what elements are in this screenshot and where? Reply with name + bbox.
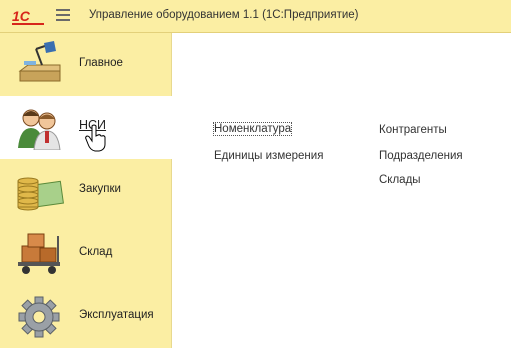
- app-title: Управление оборудованием 1.1 (1С:Предпри…: [89, 9, 359, 21]
- section-ekspluatatsiya[interactable]: Эксплуатация: [0, 285, 172, 348]
- section-label: Склад: [79, 246, 113, 258]
- desk-lamp-icon: [18, 41, 61, 82]
- people-icon: [18, 109, 61, 150]
- sections-panel: Главное НСИ Закупки: [0, 33, 173, 348]
- gear-icon: [18, 296, 60, 338]
- link-podrazdeleniya[interactable]: Подразделения: [379, 150, 463, 162]
- section-label: Закупки: [79, 183, 121, 195]
- section-glavnoe[interactable]: Главное: [0, 33, 172, 96]
- svg-text:1С: 1С: [12, 8, 31, 24]
- section-label: Эксплуатация: [79, 309, 154, 321]
- main-menu-icon[interactable]: [56, 9, 70, 23]
- link-nomenklatura[interactable]: Номенклатура: [212, 122, 293, 136]
- content-area: Номенклатура Единицы измерения Контраген…: [173, 33, 511, 348]
- boxes-cart-icon: [18, 233, 60, 274]
- link-kontragenty[interactable]: Контрагенты: [379, 124, 447, 136]
- link-edinitsy-izmereniya[interactable]: Единицы измерения: [214, 150, 323, 162]
- section-label: Главное: [79, 57, 123, 69]
- link-sklady[interactable]: Склады: [379, 174, 421, 186]
- hand-pointer-icon: [85, 124, 106, 152]
- title-bar: 1С Управление оборудованием 1.1 (1С:Пред…: [0, 0, 511, 33]
- section-sklad[interactable]: Склад: [0, 222, 172, 285]
- section-zakupki[interactable]: Закупки: [0, 159, 172, 222]
- coins-money-icon: [17, 177, 64, 211]
- 1c-logo: 1С: [12, 8, 44, 25]
